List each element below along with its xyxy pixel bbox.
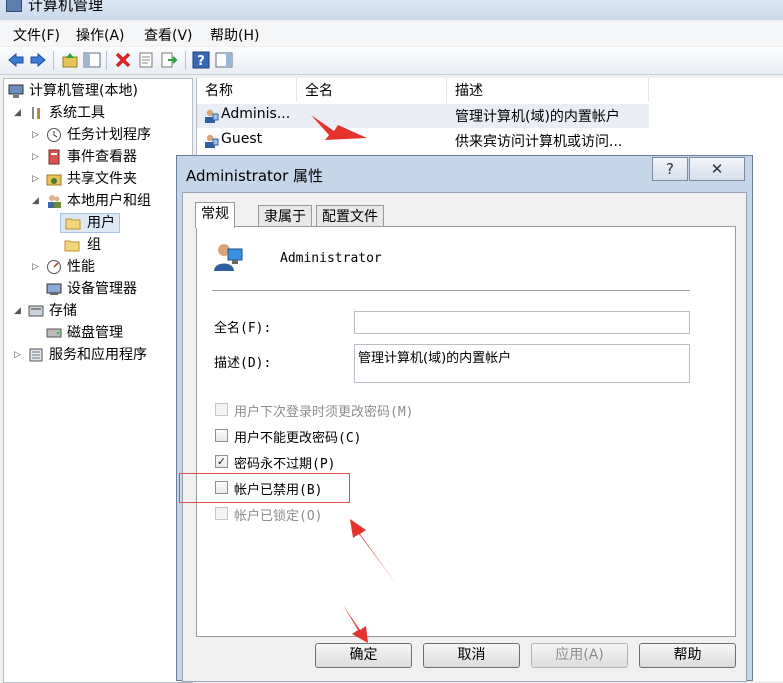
separator-line [212,290,690,291]
computer-management-icon [6,0,22,12]
export-icon[interactable] [160,51,178,69]
shared-folder-icon [46,174,62,186]
highlight-box [179,473,350,503]
menu-action[interactable]: 操作(A) [76,25,125,45]
list-cell-name: Guest [221,131,263,147]
forward-arrow-icon[interactable] [29,51,47,69]
column-header-fullname[interactable]: 全名 [297,78,447,102]
tab-member-of[interactable]: 隶属于 [258,205,312,227]
expand-arrow-icon[interactable]: ▷ [14,345,24,365]
dialog-close-button[interactable]: ✕ [689,157,745,181]
description-label: 描述(D): [214,356,272,371]
tab-page-general: Administrator 全名(F): 描述(D): 管理计算机(域)的内置帐… [196,226,736,637]
computer-management-icon [8,84,24,98]
dialog-help-button[interactable]: ? [652,157,688,181]
performance-icon [47,260,61,274]
account-locked-label: 帐户已锁定(O) [234,509,323,524]
column-header-description[interactable]: 描述 [447,78,649,102]
checkmark-icon: ✓ [216,455,227,468]
list-cell-description: 供来宾访问计算机或访问... [455,134,623,150]
folder-icon [65,218,81,230]
list-row-guest[interactable]: Guest 供来宾访问计算机或访问... [197,129,649,153]
storage-icon [28,305,44,317]
menu-view[interactable]: 查看(V) [144,25,193,45]
account-locked-checkbox[interactable] [215,507,228,520]
tab-general[interactable]: 常规 [195,202,235,228]
collapse-arrow-icon[interactable]: ◢ [32,191,42,211]
user-account-icon [214,244,243,271]
dialog-title: Administrator 属性 [186,167,324,185]
action-pane-icon[interactable] [215,51,233,69]
list-cell-description: 管理计算机(域)的内置帐户 [455,109,620,125]
ok-button[interactable]: 确定 [315,643,412,668]
password-never-expires-label: 密码永不过期(P) [234,457,336,472]
cannot-change-password-label: 用户不能更改密码(C) [234,431,362,446]
svg-text:?: ? [197,54,205,69]
cancel-button[interactable]: 取消 [423,643,520,668]
help-button[interactable]: 帮助 [639,643,736,668]
event-viewer-icon [48,149,60,165]
menu-file[interactable]: 文件(F) [13,25,60,45]
show-tree-icon[interactable] [83,51,101,69]
expand-arrow-icon[interactable]: ▷ [32,147,42,167]
description-field[interactable]: 管理计算机(域)的内置帐户 [354,344,690,383]
menu-help[interactable]: 帮助(H) [210,25,259,45]
administrator-properties-dialog: Administrator 属性 ? ✕ 常规 隶属于 配置文件 Adminis… [176,155,753,682]
menubar: 文件(F) 操作(A) 查看(V) 帮助(H) [0,22,783,46]
user-account-icon [205,109,219,123]
user-account-icon [205,134,219,148]
back-arrow-icon[interactable] [7,51,25,69]
device-manager-icon [46,283,62,295]
tools-icon [32,107,40,119]
console-tree: 计算机管理(本地) ◢ 系统工具 ▷ 任务计划程序 ▷ 事件查看器 ▷ 共享文件… [3,78,193,683]
toolbar: ? [0,47,783,75]
toolbar-separator [185,51,186,70]
apply-button[interactable]: 应用(A) [531,643,628,668]
must-change-password-label: 用户下次登录时须更改密码(M) [234,405,414,420]
help-icon[interactable]: ? [192,51,210,69]
toolbar-separator [106,51,107,70]
column-header-name[interactable]: 名称 [197,78,297,102]
delete-icon[interactable] [114,51,132,69]
window-title: 计算机管理 [28,0,104,14]
cannot-change-password-checkbox[interactable] [215,429,228,442]
window-titlebar: 计算机管理 [0,0,783,20]
tab-profile[interactable]: 配置文件 [316,205,384,227]
tree-node-users[interactable]: 用户 [60,213,120,233]
clock-icon [47,128,61,142]
expand-arrow-icon[interactable]: ▷ [32,125,42,145]
services-icon [29,348,43,362]
password-never-expires-checkbox[interactable]: ✓ [215,455,228,468]
folder-icon [64,240,80,252]
close-icon: ✕ [710,160,724,178]
users-icon [48,195,61,208]
expand-arrow-icon[interactable]: ▷ [32,169,42,189]
question-icon: ? [666,160,674,178]
expand-arrow-icon[interactable]: ▷ [32,257,42,277]
disk-icon [46,328,62,338]
collapse-arrow-icon[interactable]: ◢ [14,103,24,123]
list-row-administrator[interactable]: Adminis... 管理计算机(域)的内置帐户 [197,104,649,128]
list-cell-name: Adminis... [221,106,291,122]
account-username: Administrator [280,251,382,266]
fullname-field[interactable] [354,311,690,334]
up-folder-icon[interactable] [61,51,79,69]
must-change-password-checkbox[interactable] [215,403,228,416]
toolbar-separator [53,51,54,70]
collapse-arrow-icon[interactable]: ◢ [14,301,24,321]
fullname-label: 全名(F): [214,321,272,336]
dialog-body: 常规 隶属于 配置文件 Administrator 全名(F): 描述(D): … [182,192,747,682]
properties-icon[interactable] [137,51,155,69]
